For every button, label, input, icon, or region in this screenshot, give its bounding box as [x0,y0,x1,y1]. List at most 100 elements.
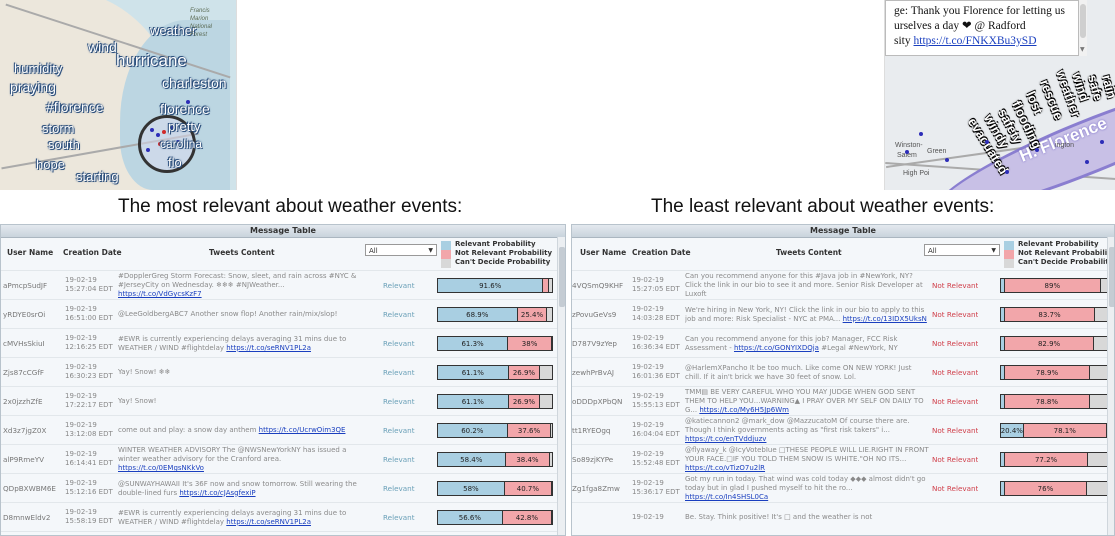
table-row[interactable]: aPmcpSudJF 19-02-19 15:27:04 EDT #DopplerGr… [1,270,565,299]
table-row[interactable]: alP9RmeYV 19-02-19 16:14:41 EDT WINTER WEAT… [1,444,565,473]
row-tweet-link[interactable]: https://t.co/vTizO7u2lR [685,464,765,472]
table-row[interactable]: Zg1fga8Zmw 19-02-19 15:36:17 EDT Got my run… [572,473,1114,502]
table-header: User Name Creation Date Tweets Content All ▼… [572,238,1114,270]
word-cloud-term[interactable]: flo [168,156,182,169]
row-date: 19-02-19 16:14:41 EDT [65,445,117,473]
tweet-popup-scrollbar[interactable]: ▼ [1079,0,1087,56]
word-cloud-term[interactable]: pretty [168,120,201,133]
word-cloud-term[interactable]: #florence [46,100,104,114]
word-cloud-term[interactable]: carolina [160,138,202,150]
table-row[interactable]: 2x0jzzhZfE 19-02-19 17:22:17 EDT Yay! Snow!… [1,386,565,415]
probability-bar: 78.8% [1000,394,1108,409]
row-date: 19-02-19 16:01:36 EDT [632,358,684,386]
probability-bar: 60.2% 37.6% [437,423,553,438]
table-row[interactable]: jnXpLnOYuR 19-02-1913:21:12 EDTSuper Snow… [1,531,565,535]
word-cloud-term[interactable]: storm [42,122,75,135]
row-tweet-link[interactable]: https://t.co/enTVddjuzv [685,435,766,443]
row-tweet-link[interactable]: https://t.co/GONYIXDQja [734,344,819,352]
probability-bar: 76% [1000,481,1108,496]
row-date-time: 12:16:25 EDT [65,343,113,351]
word-cloud-term[interactable]: south [48,138,80,151]
not-relevant-segment: 26.9% [507,395,540,408]
row-date-day: 19-02-19 [632,479,664,487]
row-tweet-text: Be. Stay. Think positive! It's □ and the… [685,513,873,521]
word-cloud-term[interactable]: hope [36,158,65,171]
row-tweet: TMM▤ BE VERY CAREFUL WHO YOU MAY JUDGE W… [685,387,930,415]
legend-not-relevant: Not Relevant Probability [455,249,553,257]
row-tweet: come out and play: a snow day anthem htt… [118,416,368,444]
row-tweet-link[interactable]: https://t.co/13IDX5UksN [843,315,927,323]
word-cloud-term[interactable]: humidity [14,62,62,75]
row-tweet: @LeeGoldbergABC7 Another snow flop! Anot… [118,300,368,328]
row-tweet-link[interactable]: https://t.co/0EMgsNKkVo [118,464,204,472]
table-row[interactable]: QDpBXWBM6E 19-02-19 15:12:16 EDT @SUNWAYHAW… [1,473,565,502]
row-tweet-link[interactable]: https://t.co/My6H5Jp6Wm [699,406,789,414]
row-tweet: @katiecannon2 @mark_dow @MazzucatoM Of c… [685,416,930,444]
row-date: 19-02-19 15:27:04 EDT [65,271,117,299]
not-relevant-segment: 76% [1004,482,1086,495]
table-row[interactable]: zewhPrBvAJ 19-02-19 16:01:36 EDT @HarlemXPa… [572,357,1114,386]
table-row[interactable]: Xd3z7jgZ0X 19-02-19 13:12:08 EDT come out a… [1,415,565,444]
word-cloud-term[interactable]: starting [76,170,119,183]
table-row[interactable]: 4VQSmQ9KHF 19-02-19 15:27:05 EDT Can you re… [572,270,1114,299]
col-header-user[interactable]: User Name [580,248,626,257]
row-tweet-link[interactable]: https://t.co/UcrwOim3QE [259,426,346,434]
col-header-tweet[interactable]: Tweets Content [209,248,275,257]
word-cloud-term[interactable]: Francis [190,8,210,14]
col-header-date[interactable]: Creation Date [632,248,691,257]
chevron-down-icon: ▼ [991,247,996,254]
row-tweet-link[interactable]: https://t.co/cJAsgfexiP [179,489,255,497]
word-cloud-term[interactable]: Marion [190,16,208,22]
probability-bar: 68.9% 25.4% [437,307,553,322]
word-cloud-term[interactable]: wind [88,40,117,54]
table-row[interactable]: 19-02-19 Be. Stay. Think positive! It's □… [572,502,1114,531]
relevant-segment: 91.6% [438,279,543,292]
table-scrollbar[interactable] [557,237,565,535]
table-row[interactable]: So89zjKYPe 19-02-19 15:52:48 EDT @flyaway_k… [572,444,1114,473]
col-header-date[interactable]: Creation Date [63,248,122,257]
map-place-label: Winston- [895,142,923,149]
row-user-name: jnXpLnOYuR [3,532,61,535]
row-date-day: 19-02-19 [65,508,97,516]
cant-decide-segment [550,424,552,437]
table-row[interactable]: tt1RYEOgq 19-02-19 16:04:04 EDT @katiecanno… [572,415,1114,444]
word-cloud-term[interactable]: praying [10,80,56,94]
row-date: 19-02-19 13:12:08 EDT [65,416,117,444]
row-tweet: WINTER WEATHER ADVISORY The @NWSNewYorkN… [118,445,368,473]
word-cloud-term[interactable]: hurricane [116,52,187,69]
table-row[interactable]: cMVHsSkiuI 19-02-19 12:16:25 EDT #EWR is cu… [1,328,565,357]
row-date: 19-02-19 15:12:16 EDT [65,474,117,502]
row-label: Not Relevant [932,396,979,406]
table-row[interactable]: D8mnwEldv2 19-02-19 15:58:19 EDT #EWR is cu… [1,502,565,531]
row-tweet-link[interactable]: https://t.co/In4SHSL0Ca [685,493,768,501]
col-header-user[interactable]: User Name [7,248,53,257]
label-filter-select[interactable]: All ▼ [365,244,437,256]
row-date-time: 16:14:41 EDT [65,459,113,467]
table-row[interactable]: zPovuGeVs9 19-02-19 14:03:28 EDT We're hiri… [572,299,1114,328]
cant-decide-segment [549,453,552,466]
col-header-tweet[interactable]: Tweets Content [776,248,842,257]
row-date-time: 16:51:00 EDT [65,314,113,322]
word-cloud-term[interactable]: florence [160,102,210,116]
row-tweet: Yay! Snow! ❄❄ [118,358,368,386]
row-tweet-link[interactable]: https://t.co/VdGycsKzF7 [118,290,202,298]
not-relevant-segment: 25.4% [516,308,547,321]
tweet-link[interactable]: https://t.co/FNKXBu3ySD [914,35,1037,47]
table-row[interactable]: D787V9zYep 19-02-19 16:36:34 EDT Can you re… [572,328,1114,357]
word-cloud-term[interactable]: charleston [162,76,227,90]
row-tweet-link[interactable]: https://t.co/seRNV1PL2a [226,518,311,526]
label-filter-select[interactable]: All ▼ [924,244,1000,256]
table-scrollbar[interactable] [1107,237,1114,535]
row-user-name: cMVHsSkiuI [3,338,45,348]
table-row[interactable]: Zjs87cCGfF 19-02-19 16:30:23 EDT Yay! Snow!… [1,357,565,386]
table-row[interactable]: oDDDpXPbQN 19-02-19 15:55:13 EDT TMM▤ BE VE… [572,386,1114,415]
row-user-name: 2x0jzzhZfE [3,396,43,406]
not-relevant-segment: 26.9% [507,366,540,379]
row-tweet-text: @LeeGoldbergABC7 Another snow flop! Anot… [118,310,338,318]
row-date-day: 19-02-19 [65,450,97,458]
row-date-time: 14:03:28 EDT [632,314,680,322]
table-row[interactable]: yRDYE0srOi 19-02-19 16:51:00 EDT @LeeGoldbe… [1,299,565,328]
word-cloud-term[interactable]: National [190,24,212,30]
row-tweet-link[interactable]: https://t.co/seRNV1PL2a [226,344,311,352]
word-cloud-term[interactable]: Forest [190,32,207,38]
